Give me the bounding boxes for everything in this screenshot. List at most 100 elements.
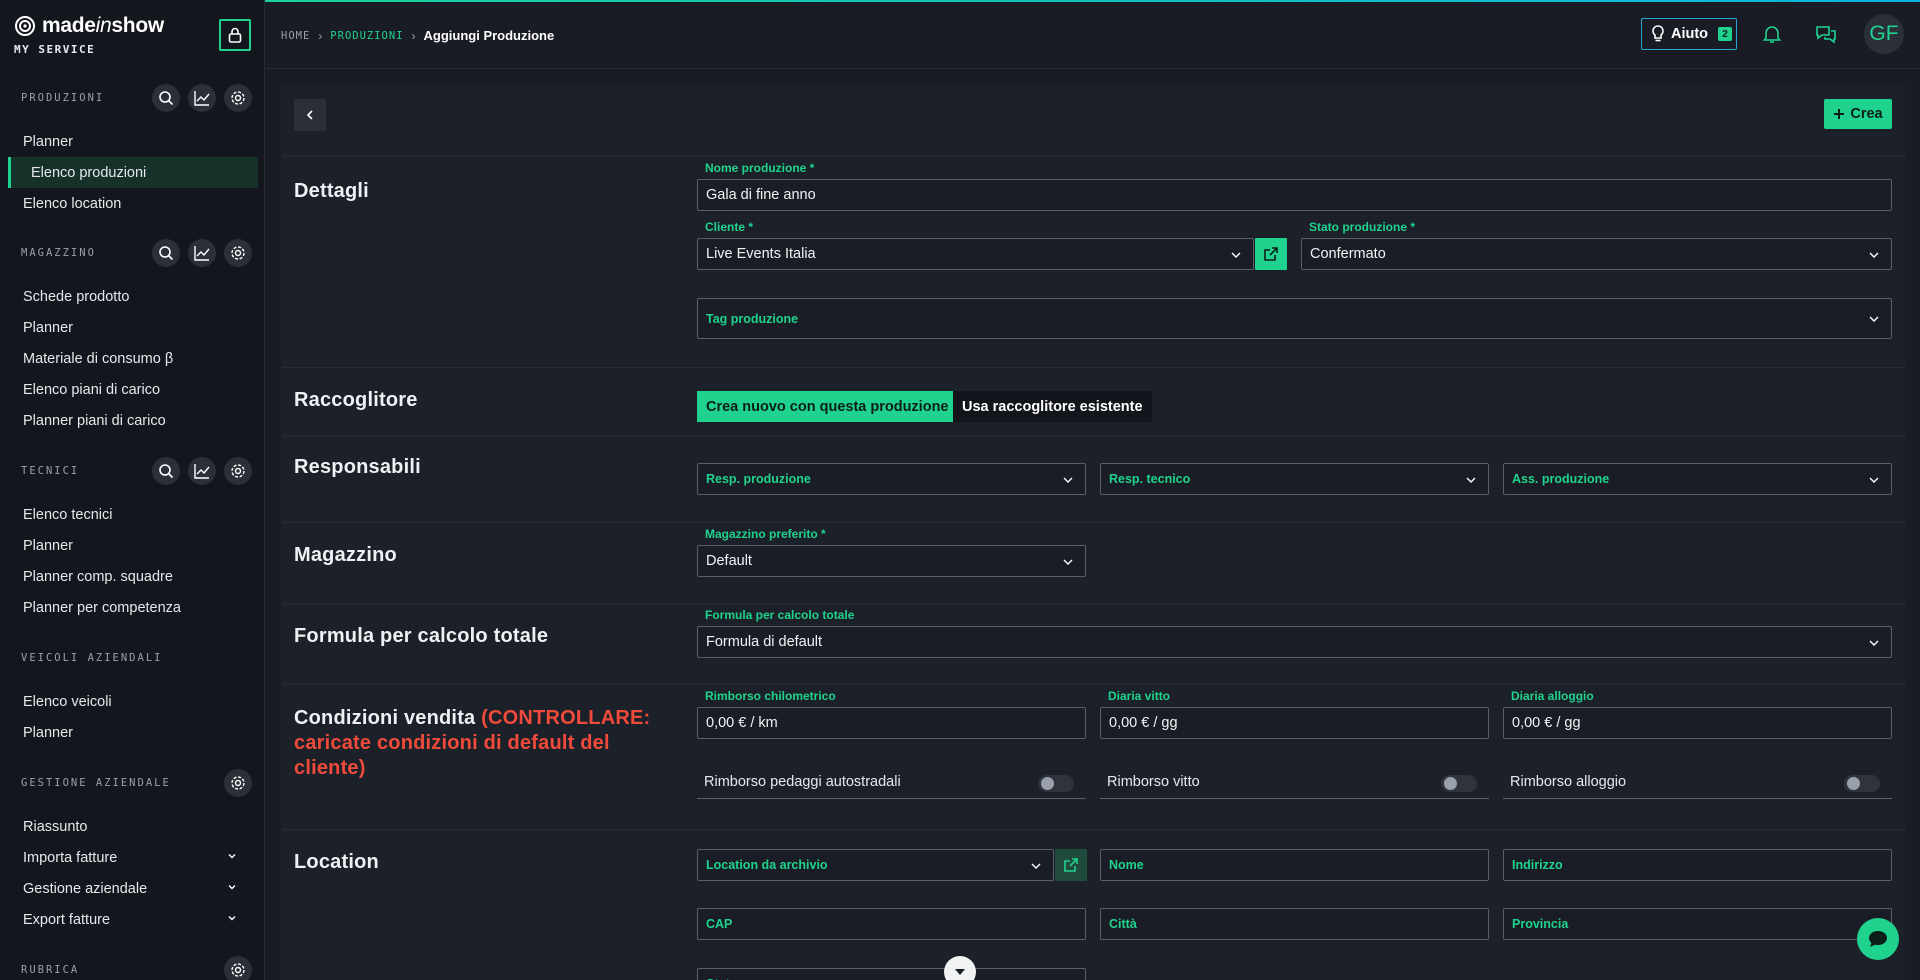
chevron-down-icon bbox=[1869, 640, 1879, 646]
chevron-down-icon bbox=[955, 969, 965, 975]
formula-select[interactable]: Formula di default bbox=[697, 626, 1892, 658]
chevron-down-icon bbox=[1063, 559, 1073, 565]
section-title-magazzino: Magazzino bbox=[294, 544, 397, 566]
breadcrumb-produzioni[interactable]: PRODUZIONI bbox=[330, 30, 403, 42]
brand-name: madeinshow bbox=[42, 14, 164, 37]
user-avatar[interactable]: GF bbox=[1864, 14, 1904, 54]
use-existing-binder-option[interactable]: Usa raccoglitore esistente bbox=[953, 391, 1152, 422]
create-new-binder-option[interactable]: Crea nuovo con questa produzione bbox=[697, 391, 958, 422]
chevron-down-icon bbox=[1869, 252, 1879, 258]
bell-icon[interactable] bbox=[1763, 24, 1781, 44]
warehouse-select[interactable]: Default bbox=[697, 545, 1086, 577]
sidebar-item-elenco-tecnici[interactable]: Elenco tecnici bbox=[0, 499, 264, 530]
section-title: TECNICI bbox=[21, 465, 80, 477]
sidebar-item-schede-prodotto[interactable]: Schede prodotto bbox=[0, 281, 264, 312]
breadcrumb-home[interactable]: HOME bbox=[281, 30, 310, 42]
plus-icon bbox=[1834, 109, 1845, 119]
chat-bubble-icon bbox=[1869, 931, 1887, 947]
brand-logo[interactable]: madeinshow MY SERVICE bbox=[14, 14, 164, 56]
sidebar-item-gestione-aziendale[interactable]: Gestione aziendale bbox=[0, 873, 264, 904]
gear-icon[interactable] bbox=[224, 457, 252, 485]
section-title: VEICOLI AZIENDALI bbox=[21, 652, 163, 664]
sidebar-item-materiale-consumo[interactable]: Materiale di consumo β bbox=[0, 343, 264, 374]
sidebar-item-importa-fatture[interactable]: Importa fatture bbox=[0, 842, 264, 873]
lock-sidebar-button[interactable] bbox=[219, 19, 251, 51]
daily-lodging-field[interactable]: 0,00 € / gg bbox=[1503, 707, 1892, 739]
search-icon[interactable] bbox=[152, 239, 180, 267]
chevron-down-icon bbox=[1869, 477, 1879, 483]
ass-production-select[interactable]: Ass. produzione bbox=[1503, 463, 1892, 495]
resp-technical-select[interactable]: Resp. tecnico bbox=[1100, 463, 1489, 495]
sidebar-item-elenco-piani-carico[interactable]: Elenco piani di carico bbox=[0, 374, 264, 405]
open-location-button[interactable] bbox=[1055, 849, 1087, 881]
back-button[interactable] bbox=[294, 99, 326, 131]
chart-icon[interactable] bbox=[188, 457, 216, 485]
divider bbox=[281, 684, 1905, 685]
section-title-location: Location bbox=[294, 851, 379, 873]
sidebar-item-planner[interactable]: Planner bbox=[0, 530, 264, 561]
search-icon[interactable] bbox=[152, 84, 180, 112]
brand-spiral-icon bbox=[15, 16, 35, 36]
client-select[interactable]: Live Events Italia bbox=[697, 238, 1254, 270]
section-title: MAGAZZINO bbox=[21, 247, 96, 259]
tags-select[interactable]: Tag produzione bbox=[697, 298, 1892, 339]
divider bbox=[281, 435, 1905, 436]
sidebar-item-planner[interactable]: Planner bbox=[0, 126, 264, 157]
chevron-down-icon bbox=[1869, 316, 1879, 322]
chart-icon[interactable] bbox=[188, 239, 216, 267]
breadcrumb-separator: › bbox=[318, 28, 323, 43]
toll-refund-toggle[interactable] bbox=[1038, 775, 1074, 792]
sidebar-item-planner[interactable]: Planner bbox=[0, 312, 264, 343]
location-name-field[interactable]: Nome bbox=[1100, 849, 1489, 881]
chevron-down-icon bbox=[1231, 252, 1241, 258]
location-province-field[interactable]: Provincia bbox=[1503, 908, 1892, 940]
gear-icon[interactable] bbox=[224, 956, 252, 980]
lodging-refund-toggle[interactable] bbox=[1844, 775, 1880, 792]
sidebar-item-export-fatture[interactable]: Export fatture bbox=[0, 904, 264, 935]
help-button[interactable]: Aiuto 2 bbox=[1641, 18, 1737, 50]
location-cap-field[interactable]: CAP bbox=[697, 908, 1086, 940]
sidebar-item-riassunto[interactable]: Riassunto bbox=[0, 811, 264, 842]
location-address-field[interactable]: Indirizzo bbox=[1503, 849, 1892, 881]
food-refund-toggle[interactable] bbox=[1441, 775, 1477, 792]
location-city-field[interactable]: Città bbox=[1100, 908, 1489, 940]
sidebar-item-elenco-location[interactable]: Elenco location bbox=[0, 188, 264, 219]
sidebar: madeinshow MY SERVICE PRODUZIONI Planner… bbox=[0, 0, 265, 980]
create-button[interactable]: Crea bbox=[1824, 99, 1892, 129]
sidebar-section-gestione: GESTIONE AZIENDALE Riassunto Importa fat… bbox=[0, 766, 264, 935]
sidebar-item-planner-comp-squadre[interactable]: Planner comp. squadre bbox=[0, 561, 264, 592]
location-archive-select[interactable]: Location da archivio bbox=[697, 849, 1054, 881]
sidebar-item-elenco-veicoli[interactable]: Elenco veicoli bbox=[0, 686, 264, 717]
status-select[interactable]: Confermato bbox=[1301, 238, 1892, 270]
sidebar-item-planner-piani-carico[interactable]: Planner piani di carico bbox=[0, 405, 264, 436]
resp-production-select[interactable]: Resp. produzione bbox=[697, 463, 1086, 495]
gear-icon[interactable] bbox=[224, 239, 252, 267]
chart-icon[interactable] bbox=[188, 84, 216, 112]
km-refund-field[interactable]: 0,00 € / km bbox=[697, 707, 1086, 739]
gear-icon[interactable] bbox=[224, 84, 252, 112]
gear-icon[interactable] bbox=[224, 769, 252, 797]
daily-food-field[interactable]: 0,00 € / gg bbox=[1100, 707, 1489, 739]
production-name-field[interactable]: Gala di fine anno bbox=[697, 179, 1892, 211]
location-state-field[interactable]: Stato bbox=[697, 968, 1086, 980]
sidebar-item-elenco-produzioni[interactable]: Elenco produzioni bbox=[8, 157, 258, 188]
chevron-down-icon bbox=[228, 854, 236, 859]
formula-label: Formula per calcolo totale bbox=[705, 608, 855, 622]
open-client-button[interactable] bbox=[1255, 238, 1287, 270]
divider bbox=[281, 156, 1905, 157]
lock-icon bbox=[228, 27, 242, 43]
section-title: RUBRICA bbox=[21, 964, 80, 976]
vitto-label: Diaria vitto bbox=[1108, 689, 1171, 703]
scroll-down-button[interactable] bbox=[944, 956, 976, 980]
chat-button[interactable] bbox=[1857, 918, 1899, 960]
sidebar-item-planner-competenza[interactable]: Planner per competenza bbox=[0, 592, 264, 623]
divider bbox=[281, 603, 1905, 604]
sidebar-section-tecnici: TECNICI Elenco tecnici Planner Planner c… bbox=[0, 454, 264, 623]
sidebar-item-planner[interactable]: Planner bbox=[0, 717, 264, 748]
km-label: Rimborso chilometrico bbox=[705, 689, 836, 703]
search-icon[interactable] bbox=[152, 457, 180, 485]
name-label: Nome produzione * bbox=[705, 161, 815, 175]
chat-bubbles-icon[interactable] bbox=[1815, 24, 1837, 44]
divider bbox=[281, 367, 1905, 368]
client-label: Cliente * bbox=[705, 220, 754, 234]
